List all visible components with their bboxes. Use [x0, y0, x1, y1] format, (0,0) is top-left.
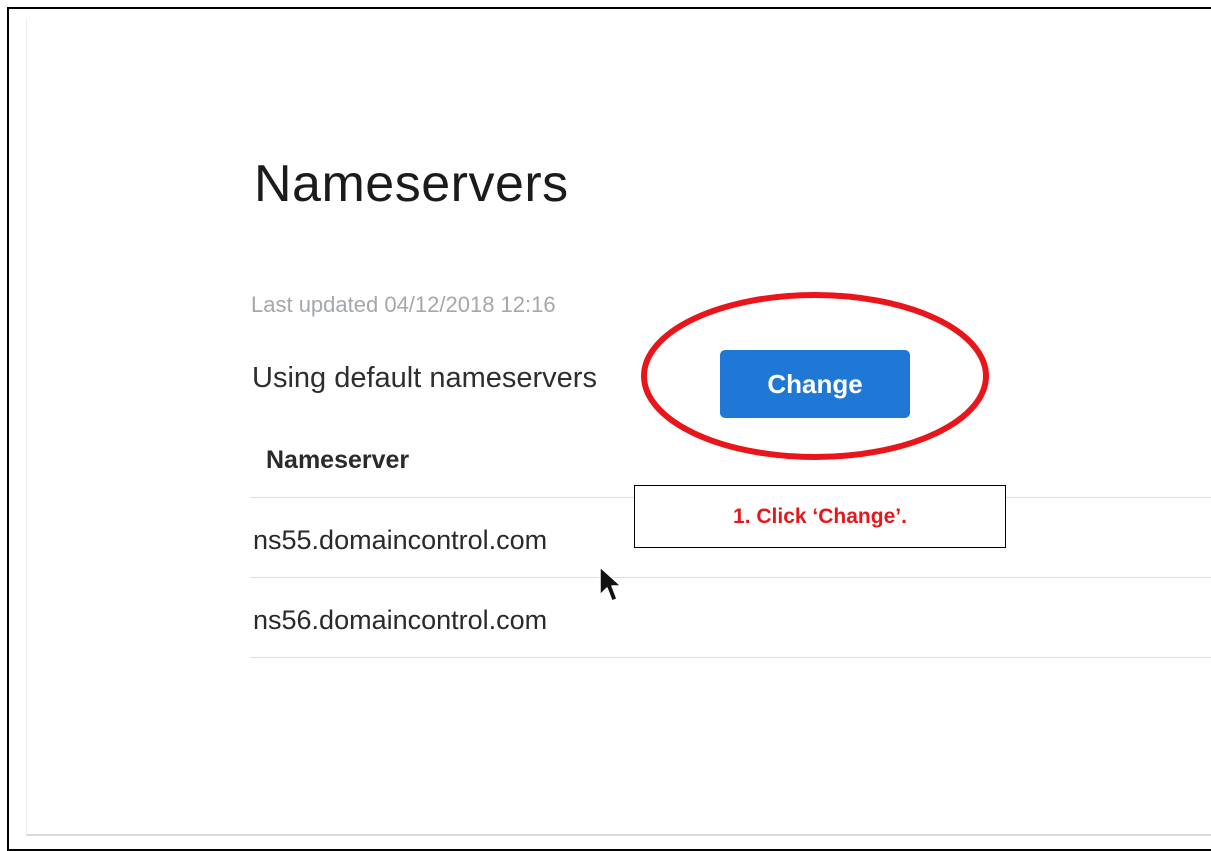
- nameserver-column-header: Nameserver: [266, 446, 410, 474]
- table-divider: [250, 657, 1211, 658]
- table-row: ns55.domaincontrol.com: [253, 525, 548, 555]
- table-row: ns56.domaincontrol.com: [253, 605, 548, 635]
- instruction-callout: 1. Click ‘Change’.: [634, 485, 1006, 548]
- page-title: Nameservers: [254, 155, 569, 213]
- nameservers-card: [26, 18, 1211, 836]
- last-updated-text: Last updated 04/12/2018 12:16: [251, 292, 556, 317]
- table-divider: [250, 577, 1211, 578]
- change-button[interactable]: Change: [720, 350, 910, 418]
- mouse-pointer-icon: [599, 566, 622, 602]
- nameserver-status-text: Using default nameservers: [252, 362, 597, 394]
